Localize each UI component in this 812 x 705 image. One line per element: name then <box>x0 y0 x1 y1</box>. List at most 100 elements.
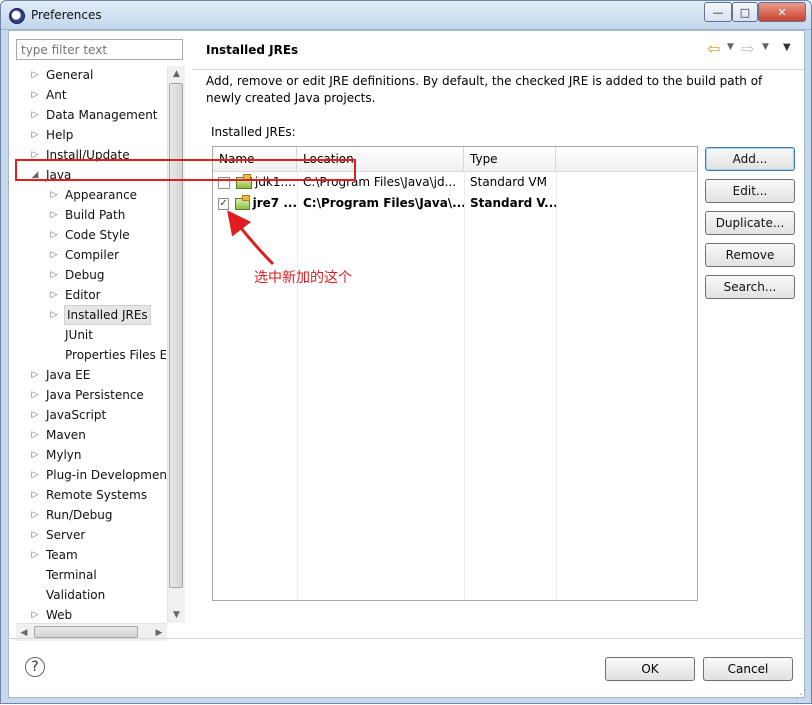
maximize-button[interactable]: □ <box>732 2 758 22</box>
tree-item[interactable]: ▷ Editor <box>50 286 101 304</box>
collapsed-arrow-icon[interactable]: ▷ <box>31 490 39 500</box>
add-jre-button[interactable]: Add... <box>705 147 795 171</box>
name-cell[interactable]: ✓ jre7 ... <box>213 193 297 214</box>
tree-item-label: Java Persistence <box>46 388 144 402</box>
collapsed-arrow-icon[interactable]: ▷ <box>31 550 39 560</box>
filter-input[interactable] <box>16 39 183 60</box>
tree-item-label: Compiler <box>65 248 120 262</box>
title-bar[interactable]: Preferences — □ ✕ <box>1 1 811 30</box>
button-bar-separator <box>8 638 805 639</box>
jre-checkbox[interactable]: ✓ <box>218 197 230 210</box>
close-button[interactable]: ✕ <box>758 2 806 22</box>
back-arrow-icon[interactable]: ⇦ <box>707 39 720 58</box>
collapsed-arrow-icon[interactable]: ▷ <box>31 610 39 620</box>
scroll-up-icon[interactable]: ▲ <box>168 66 185 82</box>
tree-item[interactable]: ▷ Installed JREs <box>50 305 151 325</box>
type-column-header[interactable]: Type <box>464 147 556 171</box>
tree-item[interactable]: ▷ Java Persistence <box>31 386 144 404</box>
help-icon[interactable]: ? <box>25 657 45 677</box>
tree-item[interactable]: ▷ Debug <box>50 266 105 284</box>
tree-item[interactable]: ▷ Team <box>31 546 78 564</box>
tree-item-label: Build Path <box>65 208 126 222</box>
collapsed-arrow-icon[interactable]: ▷ <box>50 230 58 240</box>
collapsed-arrow-icon[interactable]: ▷ <box>31 470 39 480</box>
collapsed-arrow-icon[interactable]: ▷ <box>31 110 39 120</box>
tree-vertical-scrollbar[interactable]: ▲ ▼ <box>167 66 185 623</box>
tree-item[interactable]: ▷ Run/Debug <box>31 506 113 524</box>
tree-item[interactable]: ▷ Code Style <box>50 226 130 244</box>
collapsed-arrow-icon[interactable]: ▷ <box>50 210 58 220</box>
tree-item[interactable]: ▷ Remote Systems <box>31 486 148 504</box>
tree-item[interactable]: ▷ Ant <box>31 86 67 104</box>
view-menu-icon[interactable]: ▼ <box>783 42 791 53</box>
tree-item[interactable]: Properties Files Ed <box>50 346 166 364</box>
tree-item-label: Java EE <box>46 368 91 382</box>
column-divider <box>464 171 465 600</box>
collapsed-arrow-icon[interactable]: ▷ <box>31 450 39 460</box>
scroll-down-icon[interactable]: ▼ <box>168 607 185 623</box>
collapsed-arrow-icon[interactable]: ▷ <box>31 90 39 100</box>
tree-item-label: Properties Files Ed <box>65 348 166 362</box>
tree-item[interactable]: ▷ Maven <box>31 426 86 444</box>
collapsed-arrow-icon[interactable]: ▷ <box>31 370 39 380</box>
tree-item[interactable]: ▷ Compiler <box>50 246 119 264</box>
collapsed-arrow-icon[interactable]: ▷ <box>31 410 39 420</box>
back-dropdown-icon[interactable]: ▼ <box>727 42 734 52</box>
tree-item[interactable]: JUnit <box>50 326 93 344</box>
tree-item[interactable]: Validation <box>31 586 105 604</box>
table-row[interactable]: ✓ jre7 ... C:\Program Files\Java\... Sta… <box>213 193 697 214</box>
tree-item-label: Editor <box>65 288 101 302</box>
type-cell[interactable]: Standard VM <box>464 172 556 193</box>
forward-dropdown-icon[interactable]: ▼ <box>762 42 769 52</box>
type-cell[interactable]: Standard V... <box>464 193 556 214</box>
selected-row-highlight <box>15 159 356 181</box>
collapsed-arrow-icon[interactable]: ▷ <box>50 270 58 280</box>
collapsed-arrow-icon[interactable]: ▷ <box>50 310 58 320</box>
collapsed-arrow-icon[interactable]: ▷ <box>50 290 58 300</box>
duplicate-jre-button[interactable]: Duplicate... <box>705 211 795 235</box>
minimize-button[interactable]: — <box>704 2 732 22</box>
collapsed-arrow-icon[interactable]: ▷ <box>31 130 39 140</box>
tree-item-label: Data Management <box>46 108 158 122</box>
ok-button[interactable]: OK <box>605 657 695 681</box>
location-cell[interactable]: C:\Program Files\Java\... <box>297 193 464 214</box>
cancel-button[interactable]: Cancel <box>703 657 793 681</box>
tree-item[interactable]: ▷ Mylyn <box>31 446 82 464</box>
tree-item-label: Plug-in Development <box>46 468 166 482</box>
blank-column-header <box>556 147 697 171</box>
horizontal-scroll-thumb[interactable] <box>34 626 138 638</box>
collapsed-arrow-icon[interactable]: ▷ <box>31 390 39 400</box>
collapsed-arrow-icon[interactable]: ▷ <box>31 530 39 540</box>
remove-jre-button[interactable]: Remove <box>705 243 795 267</box>
edit-jre-button[interactable]: Edit... <box>705 179 795 203</box>
tree-item[interactable]: ▷ Build Path <box>50 206 126 224</box>
installed-jres-page: Installed JREs ⇦ ▼ ⇨ ▼ ▼ Add, remove or … <box>192 31 804 638</box>
search-jre-button[interactable]: Search... <box>705 275 795 299</box>
tree-item-label: Team <box>46 548 78 562</box>
collapsed-arrow-icon[interactable]: ▷ <box>50 190 58 200</box>
tree-item[interactable]: ▷ General <box>31 66 94 84</box>
tree-item-label: Run/Debug <box>46 508 113 522</box>
tree-item-label: JavaScript <box>46 408 107 422</box>
forward-arrow-icon[interactable]: ⇨ <box>741 39 754 58</box>
tree-item[interactable]: ▷ Plug-in Development <box>31 466 166 484</box>
collapsed-arrow-icon[interactable]: ▷ <box>31 70 39 80</box>
tree-item[interactable]: ▷ Java EE <box>31 366 91 384</box>
collapsed-arrow-icon[interactable]: ▷ <box>31 510 39 520</box>
collapsed-arrow-icon[interactable]: ▷ <box>50 250 58 260</box>
tree-item-label: Remote Systems <box>46 488 148 502</box>
collapsed-arrow-icon[interactable]: ▷ <box>31 430 39 440</box>
tree-item-label: Debug <box>65 268 105 282</box>
tree-item[interactable]: ▷ Help <box>31 126 74 144</box>
tree-item[interactable]: ▷ JavaScript <box>31 406 107 424</box>
tree-item[interactable]: ▷ Appearance <box>50 186 138 204</box>
tree-item-label: JUnit <box>65 328 93 342</box>
jre-name: jre7 ... <box>252 196 297 210</box>
resize-grip-icon[interactable] <box>795 687 807 701</box>
tree-item[interactable]: ▷ Web <box>31 606 73 623</box>
eclipse-icon <box>9 8 25 24</box>
tree-item[interactable]: ▷ Data Management <box>31 106 158 124</box>
page-title: Installed JREs <box>206 43 299 57</box>
tree-item[interactable]: Terminal <box>31 566 97 584</box>
tree-item[interactable]: ▷ Server <box>31 526 86 544</box>
